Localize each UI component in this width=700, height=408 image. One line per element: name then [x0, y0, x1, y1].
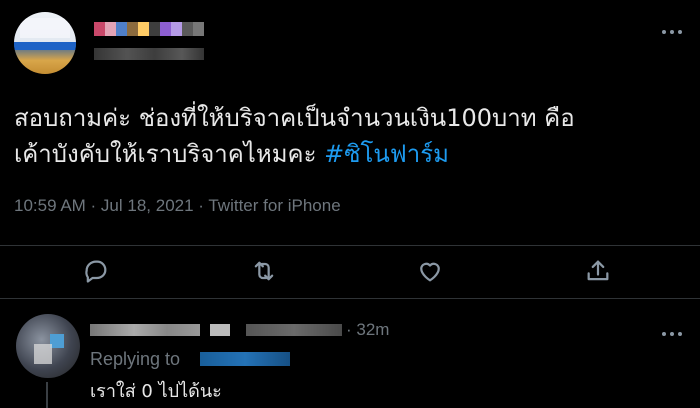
tweet-text-line-2-plain: เค้าบังคับให้เราบริจาคไหมคะ: [14, 140, 325, 168]
reply-author-name-redacted[interactable]: [90, 324, 200, 336]
more-dot: [678, 332, 682, 336]
retweet-icon: [254, 261, 274, 281]
author-handle-redacted[interactable]: [94, 48, 204, 60]
more-dot: [662, 332, 666, 336]
thread-connector-line: [46, 382, 48, 408]
more-options-button[interactable]: [658, 24, 686, 40]
more-dot: [662, 30, 666, 34]
reply-author-handle-redacted[interactable]: [246, 324, 342, 336]
hashtag-link[interactable]: #ซิโนฟาร์ม: [324, 140, 449, 168]
share-icon: [587, 260, 609, 281]
author-name-redacted[interactable]: [94, 22, 204, 38]
avatar-blur-pixel: [34, 344, 52, 364]
reply-author-avatar[interactable]: [16, 314, 80, 378]
reply-tweet[interactable]: · 32m Replying to เราใส่ 0 ไปได้นะ: [0, 302, 700, 408]
replying-to-label: Replying to: [90, 349, 181, 369]
heart-icon: [420, 262, 440, 282]
author-avatar[interactable]: [14, 12, 76, 74]
replying-to-handle-redacted[interactable]: [200, 352, 290, 366]
retweet-button[interactable]: [246, 253, 282, 289]
divider: [0, 298, 700, 299]
action-bar: [0, 245, 700, 293]
reply-more-options-button[interactable]: [658, 326, 686, 342]
reply-button[interactable]: [78, 253, 114, 289]
avatar-blur-top: [20, 18, 70, 38]
reply-author-badge-redacted: [210, 324, 230, 336]
more-dot: [670, 332, 674, 336]
reply-text: เราใส่ 0 ไปได้นะ: [90, 381, 222, 402]
tweet-text-line-1: สอบถามค่ะ ช่องที่ให้บริจาคเป็นจำนวนเงิน1…: [14, 104, 575, 132]
tweet-text: สอบถามค่ะ ช่องที่ให้บริจาคเป็นจำนวนเงิน1…: [14, 100, 694, 172]
more-dot: [670, 30, 674, 34]
reply-icon: [85, 260, 107, 283]
more-dot: [678, 30, 682, 34]
tweet-timestamp[interactable]: 10:59 AM · Jul 18, 2021 · Twitter for iP…: [14, 196, 341, 216]
reply-time[interactable]: · 32m: [346, 320, 389, 340]
avatar-blur-band: [14, 42, 76, 50]
tweet-text-line-2: เค้าบังคับให้เราบริจาคไหมคะ #ซิโนฟาร์ม: [14, 136, 694, 172]
like-button[interactable]: [412, 253, 448, 289]
avatar-blur-pixel: [50, 334, 64, 348]
share-button[interactable]: [580, 253, 616, 289]
